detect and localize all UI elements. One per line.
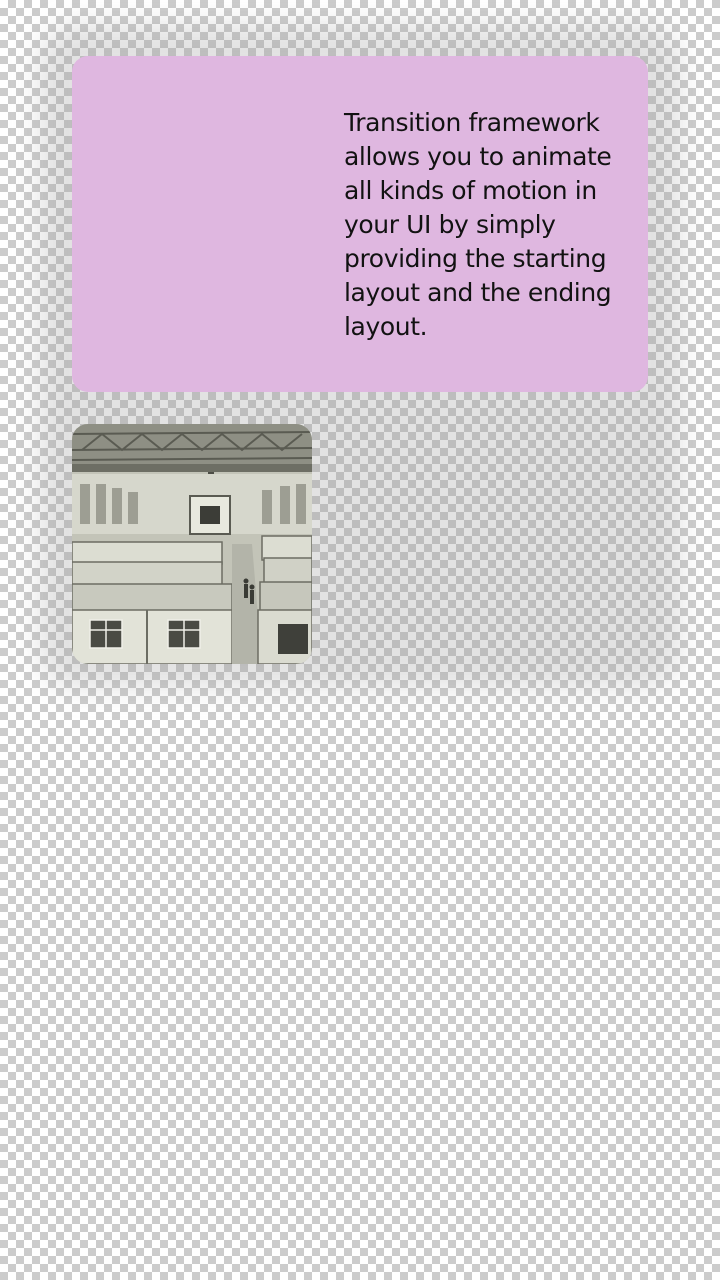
transition-card[interactable]: Transition framework allows you to anima…: [72, 56, 648, 392]
factory-photo[interactable]: [72, 424, 312, 664]
card-description: Transition framework allows you to anima…: [344, 108, 612, 341]
factory-photo-illustration: [72, 424, 312, 664]
